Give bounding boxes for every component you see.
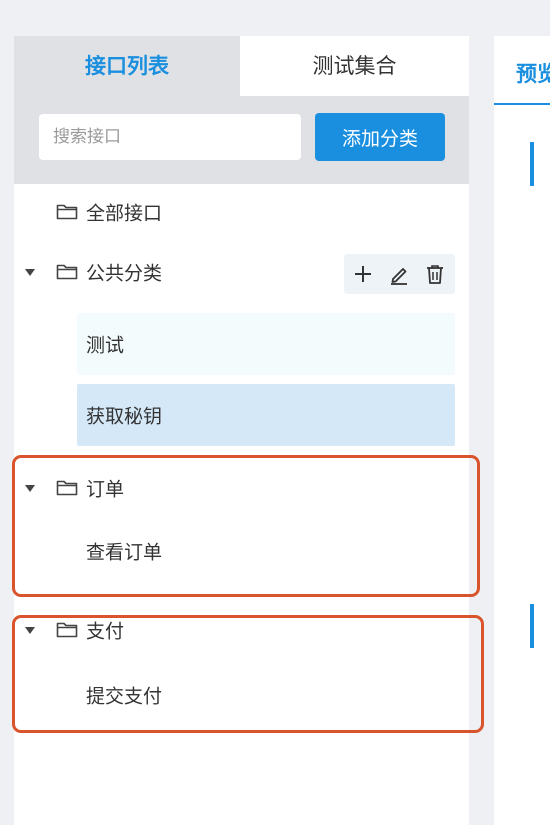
list-item-label: 查看订单 [86, 541, 163, 564]
tab-test-collection[interactable]: 测试集合 [240, 36, 469, 96]
list-item[interactable]: 查看订单 [77, 522, 455, 580]
interface-tree: 全部接口 公共分类 测试 获取秘钥 订单 查看订单 支付 提交支付 [14, 184, 469, 825]
caret-down-icon[interactable] [25, 485, 35, 492]
search-input[interactable] [39, 114, 301, 160]
add-category-button[interactable]: 添加分类 [315, 113, 445, 161]
tree-group-label: 订单 [86, 478, 125, 501]
caret-down-icon[interactable] [25, 269, 35, 276]
list-item-label: 获取秘钥 [86, 405, 163, 428]
tab-preview[interactable]: 预览 [516, 58, 550, 88]
folder-icon [56, 622, 78, 638]
tree-item-label: 全部接口 [86, 202, 163, 225]
list-item-label: 测试 [86, 334, 125, 357]
tab-underline [494, 103, 550, 105]
detail-panel: 预览 [494, 36, 550, 825]
trash-icon[interactable] [424, 263, 446, 285]
list-item-label: 提交支付 [86, 685, 163, 708]
tab-interface-list[interactable]: 接口列表 [14, 36, 240, 96]
tree-group-order[interactable]: 订单 [14, 460, 469, 516]
tree-group-label: 支付 [86, 620, 125, 643]
folder-icon [56, 204, 78, 220]
list-item[interactable]: 提交支付 [77, 666, 455, 724]
plus-icon[interactable] [352, 263, 374, 285]
tree-group-payment[interactable]: 支付 [14, 602, 469, 658]
folder-icon [56, 480, 78, 496]
interface-sidebar: 接口列表 测试集合 添加分类 全部接口 公共分类 [14, 36, 469, 825]
tree-group-public[interactable]: 公共分类 [14, 244, 469, 300]
list-item-selected[interactable]: 获取秘钥 [77, 384, 455, 446]
folder-icon [56, 264, 78, 280]
tree-item-all[interactable]: 全部接口 [14, 184, 469, 240]
caret-down-icon[interactable] [25, 627, 35, 634]
sidebar-tabs: 接口列表 测试集合 [14, 36, 469, 96]
pencil-icon[interactable] [388, 263, 410, 285]
section-marker [530, 604, 534, 648]
section-marker [530, 142, 534, 186]
tree-group-label: 公共分类 [86, 262, 163, 285]
group-actions [344, 254, 455, 294]
list-item[interactable]: 测试 [77, 313, 455, 375]
